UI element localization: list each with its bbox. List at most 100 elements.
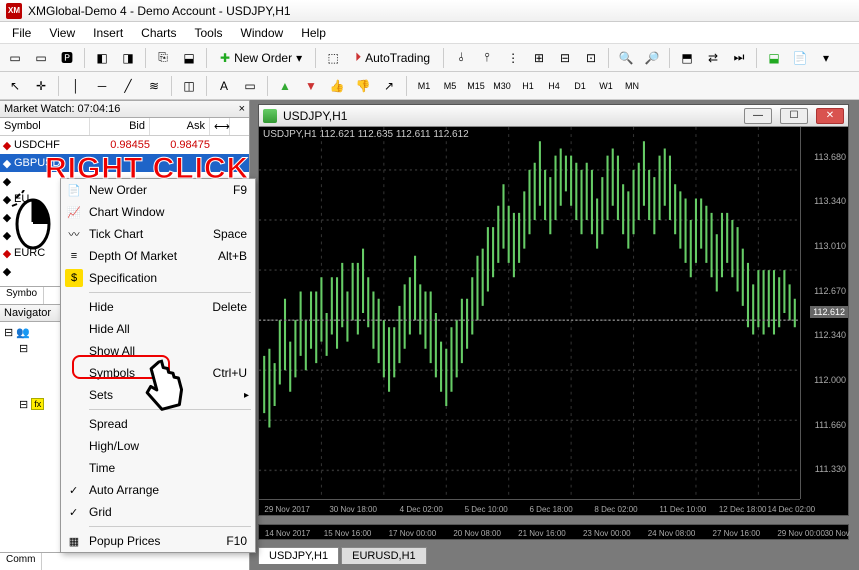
market-watch-columns: Symbol Bid Ask ⟷ [0, 118, 249, 136]
tf-m5[interactable]: M5 [439, 77, 461, 95]
toolbar-icon[interactable]: ▭ [30, 47, 52, 69]
ctx-popup-prices[interactable]: ▦Popup PricesF10 [61, 530, 255, 552]
ctx-sets[interactable]: Sets [61, 384, 255, 406]
toolbar-icon[interactable]: ▭ [4, 47, 26, 69]
chart-y-axis: 113.680 113.340 113.010 112.670 112.612 … [800, 127, 848, 499]
annotation-right-click: RIGHT CLICK [45, 152, 249, 186]
tf-mn[interactable]: MN [621, 77, 643, 95]
toolbar-icon[interactable]: ⫯ [476, 47, 498, 69]
app-logo-icon: XM [6, 3, 22, 19]
chart-window-titlebar[interactable]: USDJPY,H1 — ☐ ✕ [259, 105, 848, 127]
vline-icon[interactable]: │ [65, 75, 87, 97]
fib-icon[interactable]: ◫ [178, 75, 200, 97]
toolbar-icon[interactable]: ▾ [815, 47, 837, 69]
toolbar-icon[interactable]: ⎘ [152, 47, 174, 69]
ctx-show-all[interactable]: Show All [61, 340, 255, 362]
new-order-button[interactable]: ✚New Order▾ [213, 48, 309, 68]
ctx-hide[interactable]: HideDelete [61, 296, 255, 318]
tab-common[interactable]: Comm [0, 553, 42, 570]
mouse-icon [10, 190, 56, 262]
ctx-depth-of-market[interactable]: ≡Depth Of MarketAlt+B [61, 245, 255, 267]
market-watch-header[interactable]: Market Watch: 07:04:16 × [0, 100, 249, 118]
tf-m15[interactable]: M15 [465, 77, 487, 95]
toolbar-icon[interactable]: 🅿 [56, 47, 78, 69]
crosshair-icon[interactable]: ✛ [30, 75, 52, 97]
ctx-high-low[interactable]: High/Low [61, 435, 255, 457]
tab-usdjpy[interactable]: USDJPY,H1 [258, 547, 339, 564]
menu-view[interactable]: View [41, 24, 83, 42]
tf-w1[interactable]: W1 [595, 77, 617, 95]
ctx-grid[interactable]: Grid [61, 501, 255, 523]
menu-insert[interactable]: Insert [85, 24, 131, 42]
channel-icon[interactable]: ≋ [143, 75, 165, 97]
market-watch-title: Market Watch: 07:04:16 [4, 103, 120, 115]
app-title: XMGlobal-Demo 4 - Demo Account - USDJPY,… [28, 4, 291, 18]
maximize-button[interactable]: ☐ [780, 108, 808, 124]
label-icon[interactable]: ▭ [239, 75, 261, 97]
hline-icon[interactable]: ─ [91, 75, 113, 97]
toolbar-icon[interactable]: 🔎 [641, 47, 663, 69]
autotrading-button[interactable]: ⏵AutoTrading [348, 47, 437, 68]
toolbar-icon[interactable]: ⊟ [554, 47, 576, 69]
toolbar-icon[interactable]: ⋮ [502, 47, 524, 69]
toolbar-icon[interactable]: 🔍 [615, 47, 637, 69]
chart-x-axis: 29 Nov 2017 30 Nov 18:00 4 Dec 02:00 5 D… [259, 499, 800, 515]
ctx-chart-window[interactable]: 📈Chart Window [61, 201, 255, 223]
tf-h4[interactable]: H4 [543, 77, 565, 95]
toolbar-icon[interactable]: ⬓ [763, 47, 785, 69]
toolbar-icon[interactable]: ⊞ [528, 47, 550, 69]
menu-charts[interactable]: Charts [133, 24, 184, 42]
thumb-down-icon[interactable]: 👎 [352, 75, 374, 97]
navigator-title: Navigator [4, 307, 51, 319]
ctx-spread[interactable]: Spread [61, 413, 255, 435]
current-price-tag: 112.612 [810, 306, 848, 318]
lower-chart-x-axis: 14 Nov 2017 15 Nov 16:00 17 Nov 00:00 20… [258, 524, 849, 540]
toolbar-1: ▭ ▭ 🅿 ◧ ◨ ⎘ ⬓ ✚New Order▾ ⬚ ⏵AutoTrading… [0, 44, 859, 72]
toolbar-icon[interactable]: ⇄ [702, 47, 724, 69]
arrow-down-icon[interactable]: ▼ [300, 75, 322, 97]
arrow-up-icon[interactable]: ▲ [274, 75, 296, 97]
chart-icon [263, 109, 277, 123]
trendline-icon[interactable]: ╱ [117, 75, 139, 97]
toolbar-icon[interactable]: ⬓ [178, 47, 200, 69]
menu-window[interactable]: Window [233, 24, 292, 42]
chart-window: USDJPY,H1 — ☐ ✕ USDJPY,H1 112.621 112.63… [258, 104, 849, 516]
text-icon[interactable]: A [213, 75, 235, 97]
toolbar-icon[interactable]: ◨ [117, 47, 139, 69]
tf-m1[interactable]: M1 [413, 77, 435, 95]
minimize-button[interactable]: — [744, 108, 772, 124]
toolbar-icon[interactable]: ⏭ [728, 47, 750, 69]
ctx-hide-all[interactable]: Hide All [61, 318, 255, 340]
chart-tabs: USDJPY,H1 EURUSD,H1 [258, 547, 429, 564]
menu-help[interactable]: Help [293, 24, 334, 42]
toolbar-icon[interactable]: ◧ [91, 47, 113, 69]
ctx-specification[interactable]: $Specification [61, 267, 255, 289]
ctx-tick-chart[interactable]: 〰Tick ChartSpace [61, 223, 255, 245]
chart-area: USDJPY,H1 — ☐ ✕ USDJPY,H1 112.621 112.63… [250, 100, 859, 570]
tf-h1[interactable]: H1 [517, 77, 539, 95]
tf-d1[interactable]: D1 [569, 77, 591, 95]
toolbar-icon[interactable]: ⫰ [450, 47, 472, 69]
tab-eurusd[interactable]: EURUSD,H1 [341, 547, 427, 564]
ctx-symbols[interactable]: SymbolsCtrl+U [61, 362, 255, 384]
context-menu: 📄New OrderF9 📈Chart Window 〰Tick ChartSp… [60, 178, 256, 553]
toolbar-icon[interactable]: 📄 [789, 47, 811, 69]
chart-body[interactable]: USDJPY,H1 112.621 112.635 112.611 112.61… [259, 127, 848, 515]
toolbar-icon[interactable]: ⬚ [322, 47, 344, 69]
thumb-up-icon[interactable]: 👍 [326, 75, 348, 97]
cursor-icon[interactable]: ↖ [4, 75, 26, 97]
toolbar-icon[interactable]: ⬒ [676, 47, 698, 69]
arrow-icon[interactable]: ↗ [378, 75, 400, 97]
ctx-auto-arrange[interactable]: Auto Arrange [61, 479, 255, 501]
toolbar-icon[interactable]: ⊡ [580, 47, 602, 69]
tf-m30[interactable]: M30 [491, 77, 513, 95]
chart-window-title: USDJPY,H1 [283, 109, 347, 123]
menu-tools[interactable]: Tools [187, 24, 231, 42]
ctx-time[interactable]: Time [61, 457, 255, 479]
app-titlebar: XM XMGlobal-Demo 4 - Demo Account - USDJ… [0, 0, 859, 22]
close-button[interactable]: ✕ [816, 108, 844, 124]
tab-symbols[interactable]: Symbo [0, 287, 44, 304]
close-icon[interactable]: × [239, 103, 245, 115]
menu-file[interactable]: File [4, 24, 39, 42]
toolbar-2: ↖ ✛ │ ─ ╱ ≋ ◫ A ▭ ▲ ▼ 👍 👎 ↗ M1 M5 M15 M3… [0, 72, 859, 100]
